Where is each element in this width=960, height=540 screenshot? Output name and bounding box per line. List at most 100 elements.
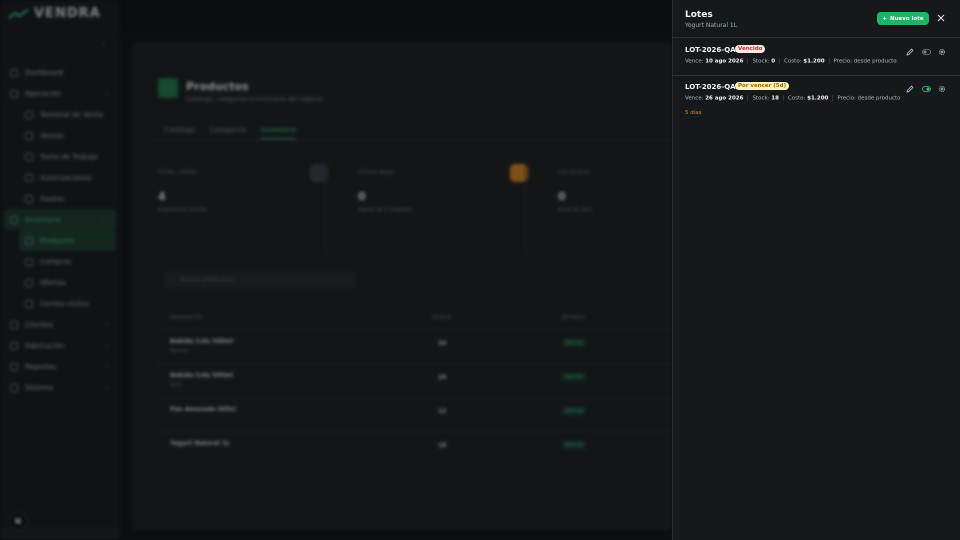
tab-inventario[interactable]: Inventario xyxy=(260,126,297,139)
sidebar-item-label: Clientes xyxy=(25,320,54,329)
close-drawer-button[interactable] xyxy=(936,13,946,23)
user-avatar[interactable]: N xyxy=(9,512,27,530)
sidebar-item-ventas[interactable]: Ventas xyxy=(0,125,120,146)
stat-divider xyxy=(525,162,526,254)
tab-divider xyxy=(146,140,672,141)
lot-meta: Vence: 10 ago 2026 Stock: 0 Costo: $1.200 P… xyxy=(685,58,897,65)
lot-meta: Vence: 26 ago 2026 Stock: 18 Costo: $1.200… xyxy=(685,95,901,102)
sidebar-item-compras[interactable]: Compras xyxy=(0,251,120,272)
sidebar-item-fabricaci-n[interactable]: Fabricación › xyxy=(0,335,120,356)
table-row[interactable]: Bebida Cola 500ml Normal 24 Normal xyxy=(158,329,672,363)
lot-code: LOT-2026-QA1 xyxy=(685,46,741,54)
lot-stock: 0 xyxy=(771,58,776,65)
stat-divider xyxy=(325,162,326,254)
logo-icon xyxy=(8,8,29,19)
sidebar-item-turno-de-trabajo[interactable]: Turno de Trabajo xyxy=(0,146,120,167)
chevron-icon: › xyxy=(105,384,108,391)
sidebar-item-label: Inventario xyxy=(25,215,61,224)
stat-card: STOCK BAJO 0 menos de 5 unidades xyxy=(346,162,528,254)
column-header-stock: STOCK xyxy=(432,315,452,321)
sidebar-item-label: Sistema xyxy=(25,383,54,392)
sidebar-item-dashboard[interactable]: Dashboard xyxy=(0,62,120,83)
stat-note: menos de 5 unidades xyxy=(358,207,412,213)
product-stock: 24 xyxy=(438,340,447,347)
sidebar-item-label: Turno de Trabajo xyxy=(40,152,98,161)
adjust-lot-button[interactable] xyxy=(937,84,947,94)
sidebar-item-clientes[interactable]: Clientes › xyxy=(0,314,120,335)
lot-cost: $1.200 xyxy=(807,95,829,102)
content-card: Productos Catálogo, categorías e inventa… xyxy=(132,42,672,530)
product-name: Bebida Cola 500ml xyxy=(170,372,233,379)
sidebar-item-reportes[interactable]: Reportes › xyxy=(0,356,120,377)
edit-lot-button[interactable] xyxy=(905,47,915,57)
tab-catálogo[interactable]: Catálogo xyxy=(164,126,195,139)
product-stock: 12 xyxy=(438,408,447,415)
expiry-date: 10 ago 2026 xyxy=(705,58,744,65)
stat-value: 0 xyxy=(358,190,366,203)
edit-lot-button[interactable] xyxy=(905,84,915,94)
logo: VENDRA xyxy=(8,6,101,21)
chevron-icon: › xyxy=(105,363,108,370)
chevron-icon: › xyxy=(101,216,104,223)
sidebar-item-productos[interactable]: Productos xyxy=(19,230,116,251)
toggle-lot-button[interactable] xyxy=(921,84,931,94)
cost-label: Costo: xyxy=(787,95,806,102)
nav-icon xyxy=(10,320,18,329)
products-icon xyxy=(158,78,178,98)
toggle-lot-button[interactable] xyxy=(921,47,931,57)
status-badge: Normal xyxy=(562,339,587,347)
nav-icon xyxy=(25,194,33,203)
sidebar-item-label: Compras xyxy=(40,257,72,266)
table-row[interactable]: Bebida Cola 500ml Zero 20 Normal xyxy=(158,363,672,397)
new-lot-button[interactable]: + Nuevo lote xyxy=(877,12,929,25)
sidebar-item-label: Conteo cíclico xyxy=(40,299,89,308)
column-header-product: PRODUCTO xyxy=(170,315,203,321)
page-subtitle: Catálogo, categorías e inventario del ne… xyxy=(186,96,325,103)
nav-icon xyxy=(10,362,18,371)
nav-icon xyxy=(25,173,33,182)
stat-note: stock en cero xyxy=(558,207,592,213)
table-row[interactable]: Yogurt Natural 1L 18 Normal xyxy=(158,431,672,465)
cost-label: Costo: xyxy=(784,58,802,65)
sidebar-item-autorizaciones[interactable]: Autorizaciones xyxy=(0,167,120,188)
nav-icon xyxy=(25,257,33,266)
nav-icon xyxy=(25,278,33,287)
sidebar-item-terminal-de-venta[interactable]: Terminal de Venta xyxy=(0,104,120,125)
product-stock: 20 xyxy=(438,374,447,381)
table-header: PRODUCTO STOCK ESTADO xyxy=(158,315,672,327)
sidebar-item-sistema[interactable]: Sistema › xyxy=(0,377,120,398)
lot-status-badge: Vencido xyxy=(735,45,766,53)
tab-categorías[interactable]: Categorías xyxy=(209,126,247,139)
collapse-sidebar-icon[interactable]: › xyxy=(102,40,105,49)
adjust-lot-button[interactable] xyxy=(937,47,947,57)
drawer-title: Lotes xyxy=(685,10,713,20)
lot-cost: $1.200 xyxy=(803,58,825,65)
product-name: Bebida Cola 500ml xyxy=(170,338,233,345)
status-badge: Normal xyxy=(562,407,587,415)
product-stock: 18 xyxy=(438,442,447,449)
background-app: VENDRA › Dashboard Operación › Terminal de … xyxy=(0,0,672,540)
nav-icon xyxy=(10,68,18,77)
product-name: Yogurt Natural 1L xyxy=(170,440,230,447)
stat-label: STOCK BAJO xyxy=(358,170,394,176)
nav-icon xyxy=(25,131,33,140)
new-lot-label: Nuevo lote xyxy=(890,15,924,22)
chevron-icon: › xyxy=(105,321,108,328)
expiry-date: 26 ago 2026 xyxy=(705,95,744,102)
sidebar-item-inventario[interactable]: Inventario › xyxy=(4,209,116,230)
toggle-on-icon xyxy=(921,86,931,92)
table-row[interactable]: Pan Amasado (Kilo) 12 Normal xyxy=(158,397,672,431)
stock-label: Stock: xyxy=(752,95,770,102)
nav-icon xyxy=(25,110,33,119)
sidebar-item-operaci-n[interactable]: Operación › xyxy=(0,83,120,104)
pencil-icon xyxy=(906,85,914,93)
sidebar-item-label: Productos xyxy=(40,236,75,245)
sidebar-item-ofertas[interactable]: Ofertas xyxy=(0,272,120,293)
sidebar-item-gastos[interactable]: Gastos xyxy=(0,188,120,209)
search-input[interactable]: Buscar productos... xyxy=(164,272,356,288)
lot-code: LOT-2026-QA2 xyxy=(685,83,741,91)
stat-card: TOTAL ITEMS 4 4 productos activos xyxy=(146,162,328,254)
product-name: Pan Amasado (Kilo) xyxy=(170,406,237,413)
sidebar-item-conteo-c-clico[interactable]: Conteo cíclico xyxy=(0,293,120,314)
stat-label: TOTAL ITEMS xyxy=(158,170,197,176)
